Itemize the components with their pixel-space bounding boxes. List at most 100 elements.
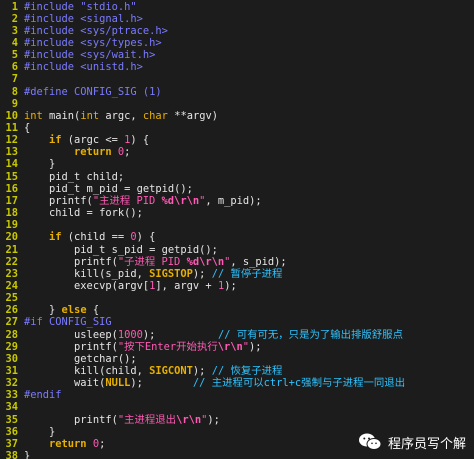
code-editor[interactable]: 1 #include "stdio.h" 2 #include <signal.h> 3…	[0, 0, 474, 459]
code-line[interactable]: 25	[0, 292, 474, 305]
code-text: #endif	[24, 389, 62, 401]
code-line[interactable]: 9	[0, 98, 474, 111]
code-token: "子进程 PID	[117, 255, 187, 268]
line-number: 31	[5, 365, 18, 377]
code-token: }	[24, 425, 56, 438]
line-number: 37	[5, 437, 18, 450]
code-line[interactable]: 13 return 0;	[0, 146, 474, 159]
code-line[interactable]: 17 printf("主进程 PID %d\r\n", m_pid);	[0, 195, 474, 208]
code-line[interactable]: 24 execvp(argv[1], argv + 1);	[0, 280, 474, 293]
code-line[interactable]: 28 usleep(1000); // 可有可无，只是为了输出排版舒服点	[0, 329, 474, 342]
code-line[interactable]: 22 printf("子进程 PID %d\r\n", s_pid);	[0, 256, 474, 269]
code-line[interactable]: 5 #include <sys/wait.h>	[0, 49, 474, 62]
code-line[interactable]: 32 wait(NULL); // 主进程可以ctrl+c强制与子进程一同退出	[0, 377, 474, 390]
code-text: #include <unistd.h>	[24, 61, 143, 73]
line-number: 23	[5, 267, 18, 280]
code-token: #include <sys/ptrace.h>	[24, 24, 168, 37]
code-line[interactable]: 6 #include <unistd.h>	[0, 61, 474, 74]
code-token: kill(child,	[24, 365, 150, 377]
code-line[interactable]: 3 #include <sys/ptrace.h>	[0, 25, 474, 38]
code-line[interactable]: 26 } else {	[0, 304, 474, 317]
code-text: printf("主进程 PID %d\r\n", m_pid);	[24, 195, 262, 207]
code-token: int	[24, 109, 43, 122]
code-line[interactable]: 29 printf("按下Enter开始执行\r\n");	[0, 341, 474, 354]
code-text: #if CONFIG_SIG	[24, 316, 112, 328]
code-token: #include <signal.h>	[24, 12, 143, 25]
code-token: ) {	[130, 134, 150, 147]
code-token: }	[24, 450, 31, 459]
code-line[interactable]: 18 child = fork();	[0, 207, 474, 220]
code-token: );	[249, 340, 262, 353]
code-token: SIGSTOP	[149, 267, 193, 280]
code-text: child = fork();	[24, 207, 143, 219]
code-line[interactable]: 33 #endif	[0, 389, 474, 402]
code-token: wait(	[24, 377, 106, 390]
code-line[interactable]: 1 #include "stdio.h"	[0, 1, 474, 14]
code-token: );	[207, 413, 220, 426]
code-line[interactable]: 2 #include <signal.h>	[0, 13, 474, 26]
line-number: 24	[5, 279, 18, 292]
code-token: (argc <=	[61, 134, 125, 147]
line-number: 32	[5, 377, 18, 390]
line-number: 35	[5, 413, 18, 426]
code-line[interactable]: 4 #include <sys/types.h>	[0, 37, 474, 50]
code-line[interactable]: 11 {	[0, 122, 474, 135]
code-token: ;	[124, 146, 131, 159]
code-text: printf("按下Enter开始执行\r\n");	[24, 341, 262, 353]
code-line[interactable]: 27 #if CONFIG_SIG	[0, 316, 474, 329]
code-token: , s_pid);	[230, 255, 287, 268]
code-token: {	[86, 304, 100, 317]
code-token: %d\r\n	[161, 194, 200, 207]
code-token: 1000	[117, 328, 143, 341]
code-text: int main(int argc, char **argv)	[24, 110, 218, 122]
code-token: "主进程退出	[117, 413, 177, 426]
code-token: #define CONFIG_SIG (1)	[24, 85, 162, 98]
code-token: // 可有可无，只是为了输出排版舒服点	[217, 328, 403, 341]
code-token: int	[80, 109, 100, 122]
code-line[interactable]: 31 kill(child, SIGCONT); // 恢复子进程	[0, 365, 474, 378]
code-line[interactable]: 35 printf("主进程退出\r\n");	[0, 414, 474, 427]
code-text: execvp(argv[1], argv + 1);	[24, 280, 237, 292]
code-line[interactable]: 8 #define CONFIG_SIG (1)	[0, 86, 474, 99]
line-number: 28	[5, 328, 18, 341]
line-number: 2	[11, 12, 18, 25]
line-number: 38	[5, 450, 18, 459]
code-token: argc,	[99, 109, 143, 122]
watermark: 程序员写个解	[358, 431, 466, 453]
code-text: getchar();	[24, 353, 137, 365]
code-token: printf(	[24, 255, 118, 268]
line-number: 33	[5, 389, 18, 402]
code-token: \r\n	[217, 340, 243, 353]
code-line[interactable]: 12 if (argc <= 1) {	[0, 134, 474, 147]
code-token: \r\n	[176, 413, 202, 426]
code-text: if (argc <= 1) {	[24, 134, 149, 146]
code-token: #if CONFIG_SIG	[24, 316, 112, 329]
line-number: 12	[5, 134, 18, 147]
code-line[interactable]: 16 pid_t m_pid = getpid();	[0, 183, 474, 196]
code-text: #define CONFIG_SIG (1)	[24, 86, 162, 98]
line-number: 21	[5, 243, 18, 256]
code-line[interactable]: 15 pid_t child;	[0, 171, 474, 184]
code-line[interactable]: 21 pid_t s_pid = getpid();	[0, 244, 474, 257]
code-line[interactable]: 34	[0, 401, 474, 414]
code-text: kill(child, SIGCONT); // 恢复子进程	[24, 365, 282, 377]
code-line[interactable]: 10 int main(int argc, char **argv)	[0, 110, 474, 123]
code-line[interactable]: 20 if (child == 0) {	[0, 231, 474, 244]
code-line[interactable]: 14 }	[0, 158, 474, 171]
line-number: 10	[5, 109, 18, 122]
line-number: 17	[5, 194, 18, 207]
line-number: 26	[5, 304, 18, 317]
code-token: // 主进程可以ctrl+c强制与子进程一同退出	[192, 377, 406, 390]
code-text: return 0;	[24, 146, 130, 158]
code-token: #include "stdio.h"	[24, 0, 137, 13]
line-number: 14	[5, 158, 18, 171]
code-text: printf("主进程退出\r\n");	[24, 414, 220, 426]
code-line[interactable]: 23 kill(s_pid, SIGSTOP); // 暂停子进程	[0, 268, 474, 281]
code-line[interactable]: 30 getchar();	[0, 353, 474, 366]
code-line[interactable]: 7	[0, 73, 474, 86]
code-token: printf(	[24, 340, 118, 353]
line-number: 27	[5, 316, 18, 329]
code-token: SIGCONT	[149, 365, 193, 377]
code-line[interactable]: 19	[0, 219, 474, 232]
code-token: getchar();	[24, 352, 137, 365]
